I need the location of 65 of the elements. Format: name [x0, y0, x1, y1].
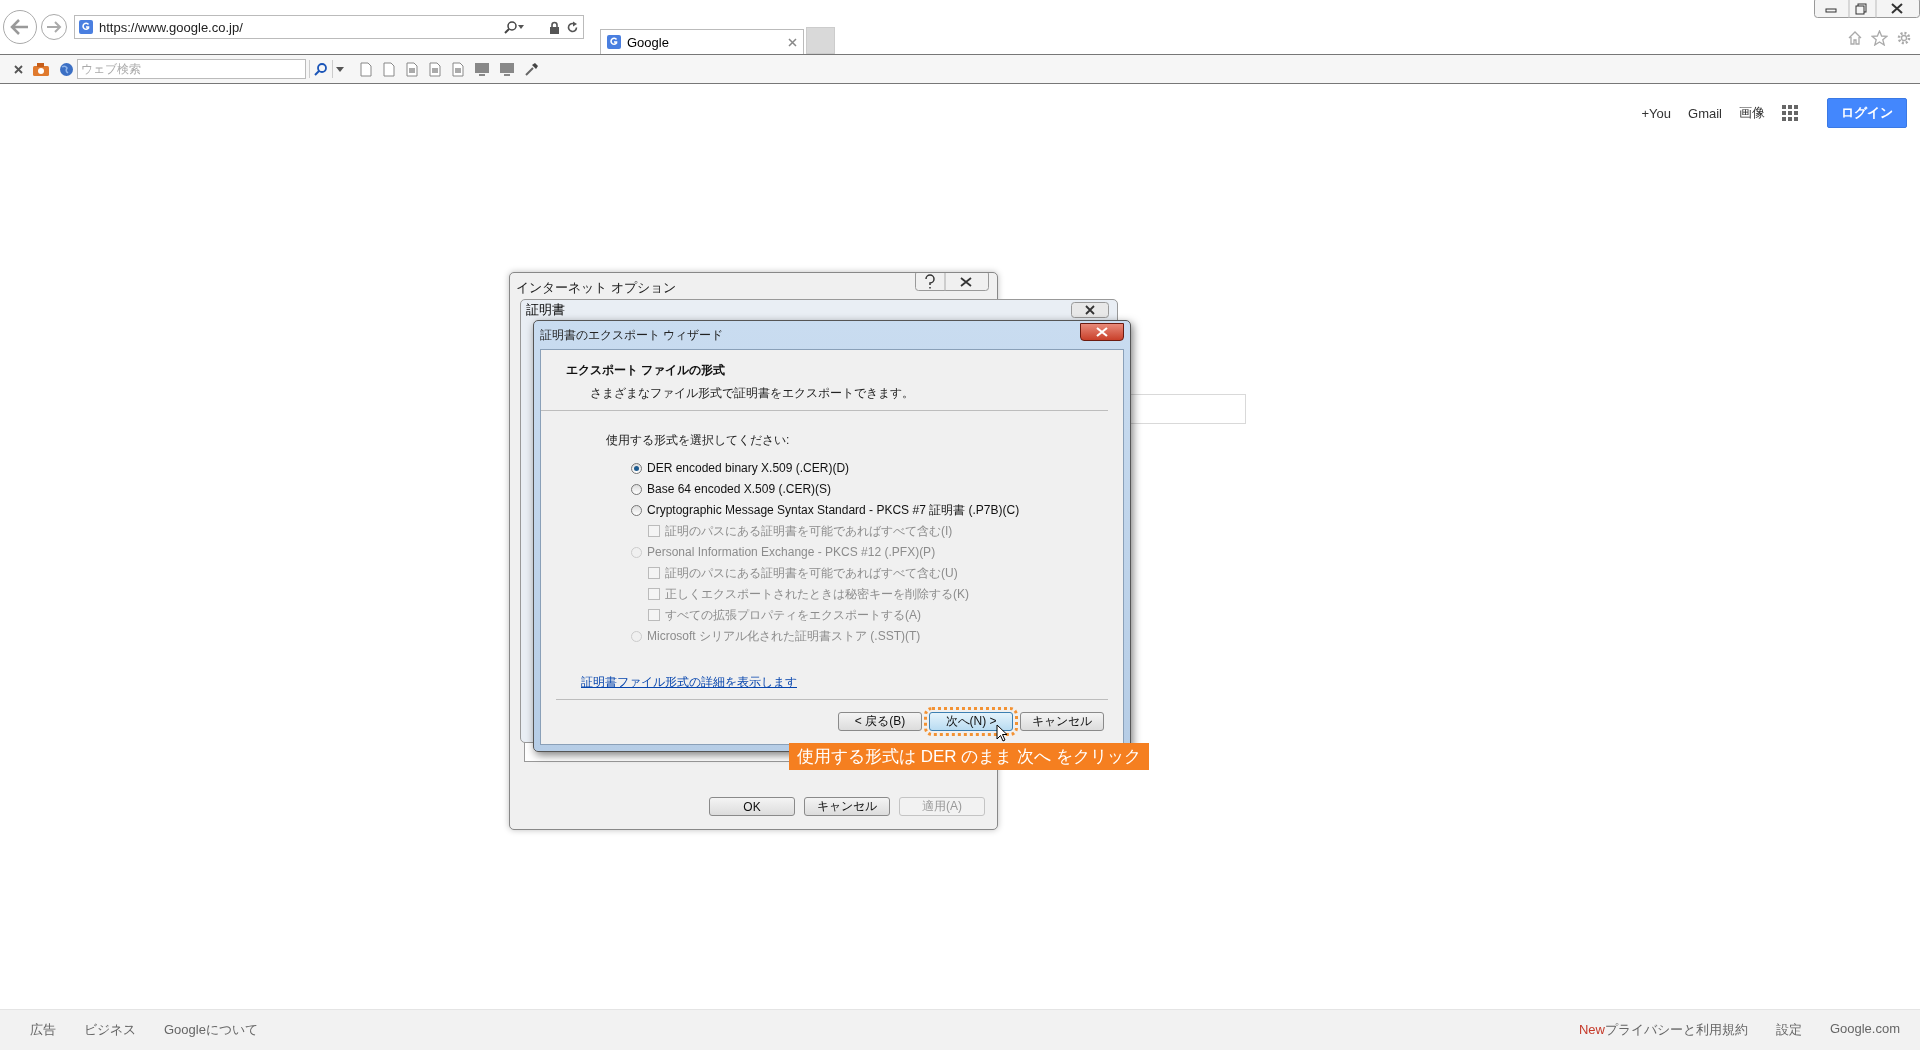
close-icon[interactable] — [14, 64, 23, 74]
dropdown-icon[interactable] — [336, 66, 344, 72]
option-label: すべての拡張プロパティをエクスポートする(A) — [665, 606, 921, 624]
window-title: 証明書 — [526, 302, 565, 317]
dialog-button[interactable]: キャンセル — [804, 797, 890, 816]
prompt-label: 使用する形式を選択してください: — [606, 432, 791, 449]
close-icon — [1096, 327, 1108, 337]
radio-button[interactable] — [631, 483, 642, 495]
footer-link[interactable]: Google.com — [1829, 1021, 1900, 1039]
dialog-button[interactable]: OK — [709, 797, 795, 816]
apps-grid-icon[interactable] — [1782, 105, 1798, 121]
close-icon[interactable] — [1071, 302, 1109, 318]
lock-icon — [549, 20, 560, 34]
details-link[interactable]: 証明書ファイル形式の詳細を表示します — [581, 674, 797, 691]
radio-button[interactable] — [631, 462, 642, 474]
cursor-icon — [996, 724, 1008, 742]
monitor-icon[interactable] — [474, 61, 490, 77]
page-icon[interactable] — [359, 61, 373, 77]
forward-icon[interactable] — [40, 13, 68, 41]
header-link[interactable]: 画像 — [1739, 104, 1765, 122]
settings-icon[interactable] — [1896, 30, 1912, 46]
browser-tab[interactable]: Google — [600, 29, 804, 54]
window-title: 証明書のエクスポート ウィザード — [540, 326, 725, 344]
eyedropper-icon[interactable] — [524, 61, 539, 77]
camera-icon[interactable] — [32, 61, 50, 77]
wizard-subtitle: さまざまなファイル形式で証明書をエクスポートできます。 — [589, 385, 915, 402]
option-label: DER encoded binary X.509 (.CER)(D) — [647, 461, 850, 475]
option-label: 証明のパスにある証明書を可能であればすべて含む(U) — [665, 564, 958, 582]
option-label: Cryptographic Message Syntax Standard - PKCS #7 証明書 (.P7B)(C) — [647, 501, 1020, 519]
option-label: 正しくエクスポートされたときは秘密キーを削除する(K) — [665, 585, 969, 603]
wizard-heading: エクスポート ファイルの形式 — [566, 362, 727, 379]
option-label: 証明のパスにある証明書を可能であればすべて含む(I) — [665, 522, 953, 540]
close-button[interactable] — [1080, 323, 1124, 341]
google-favicon-icon — [79, 20, 93, 34]
home-icon[interactable] — [1847, 30, 1863, 46]
google-favicon-icon — [607, 35, 621, 49]
globe-icon — [59, 61, 74, 77]
footer-link[interactable]: ビジネス — [84, 1021, 136, 1039]
page-icon[interactable] — [428, 61, 442, 77]
footer-link[interactable]: Googleについて — [164, 1021, 258, 1039]
monitor-icon[interactable] — [499, 61, 515, 77]
footer-link[interactable]: Newプライバシーと利用規約 — [1578, 1021, 1748, 1039]
option-label: Base 64 encoded X.509 (.CER)(S) — [647, 482, 832, 496]
web-search-field[interactable]: ウェブ検索 — [77, 59, 306, 79]
window-controls[interactable] — [1814, 0, 1920, 18]
option-label: Personal Information Exchange - PKCS #12 (.PFX)(P) — [647, 545, 936, 559]
page-icon[interactable] — [405, 61, 419, 77]
page-icon[interactable] — [382, 61, 396, 77]
wizard-button[interactable]: < 戻る(B) — [838, 712, 922, 731]
page-icon[interactable] — [451, 61, 465, 77]
radio-button[interactable] — [631, 504, 642, 516]
wizard-button[interactable]: キャンセル — [1020, 712, 1104, 731]
back-icon[interactable] — [2, 9, 38, 45]
header-link[interactable]: Gmail — [1688, 105, 1722, 121]
annotation-label: 使用する形式は DER のまま 次へ をクリック — [789, 743, 1149, 770]
option-label: Microsoft シリアル化された証明書ストア (.SST)(T) — [647, 627, 921, 645]
header-link[interactable]: +You — [1641, 105, 1672, 121]
window-title: インターネット オプション — [516, 279, 676, 297]
address-bar[interactable]: https://www.google.co.jp/ — [74, 15, 584, 39]
footer-link[interactable]: 設定 — [1775, 1021, 1802, 1039]
footer-link[interactable]: 広告 — [30, 1021, 56, 1039]
star-icon[interactable] — [1871, 30, 1888, 46]
window-controls[interactable] — [915, 273, 989, 291]
refresh-icon[interactable] — [566, 20, 579, 34]
search-button[interactable] — [309, 60, 333, 78]
